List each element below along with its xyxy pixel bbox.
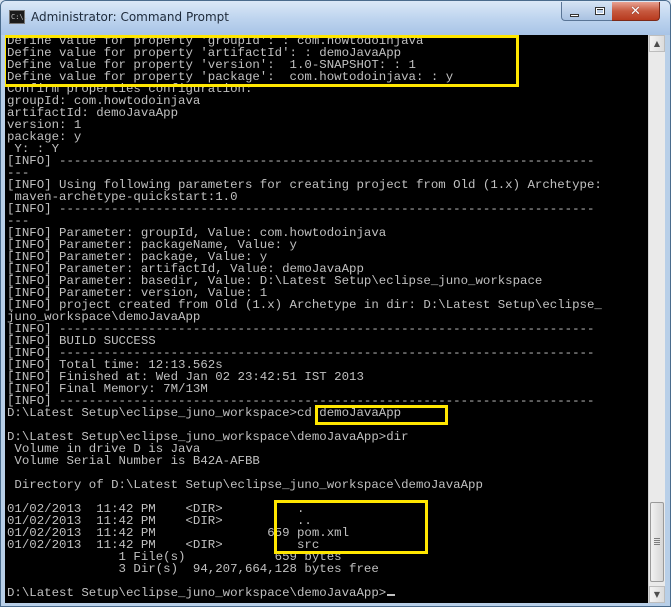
console-output[interactable]: Define value for property 'groupId': : c… xyxy=(5,35,648,603)
console-line: Directory of D:\Latest Setup\eclipse_jun… xyxy=(7,478,483,492)
console-line: package: y xyxy=(7,130,82,144)
chevron-down-icon: ▼ xyxy=(653,590,661,599)
command-prompt-window: C:\. Administrator: Command Prompt ✕ Def… xyxy=(0,0,671,607)
console-line: [INFO] ---------------------------------… xyxy=(7,154,595,168)
maximize-icon xyxy=(594,7,605,15)
console-line: [INFO] ---------------------------------… xyxy=(7,202,595,216)
vertical-scrollbar[interactable]: ▲ ▼ xyxy=(648,35,665,603)
close-button[interactable]: ✕ xyxy=(612,2,660,21)
cmd-app-icon[interactable]: C:\. xyxy=(9,10,28,24)
console-line: Volume Serial Number is B42A-AFBB xyxy=(7,454,260,468)
console-line: D:\Latest Setup\eclipse_juno_workspace\d… xyxy=(7,587,602,599)
scroll-down-button[interactable]: ▼ xyxy=(649,586,665,603)
minimize-button[interactable] xyxy=(561,2,588,21)
console-line: version: 1 xyxy=(7,118,82,132)
scroll-thumb[interactable] xyxy=(650,502,664,582)
chevron-up-icon: ▲ xyxy=(653,39,661,48)
window-title: Administrator: Command Prompt xyxy=(31,10,229,24)
maximize-button[interactable] xyxy=(587,2,613,21)
scroll-up-button[interactable]: ▲ xyxy=(649,35,665,52)
console-line: 3 Dir(s) 94,207,664,128 bytes free xyxy=(7,562,379,576)
text-cursor xyxy=(387,594,396,596)
console-line: D:\Latest Setup\eclipse_juno_workspace>c… xyxy=(7,406,402,420)
close-icon: ✕ xyxy=(630,3,641,19)
minimize-icon xyxy=(570,13,579,17)
console-text: Define value for property 'groupId': : c… xyxy=(7,35,602,599)
grip-icon xyxy=(654,538,660,546)
console-line: artifactId: demoJavaApp xyxy=(7,106,179,120)
